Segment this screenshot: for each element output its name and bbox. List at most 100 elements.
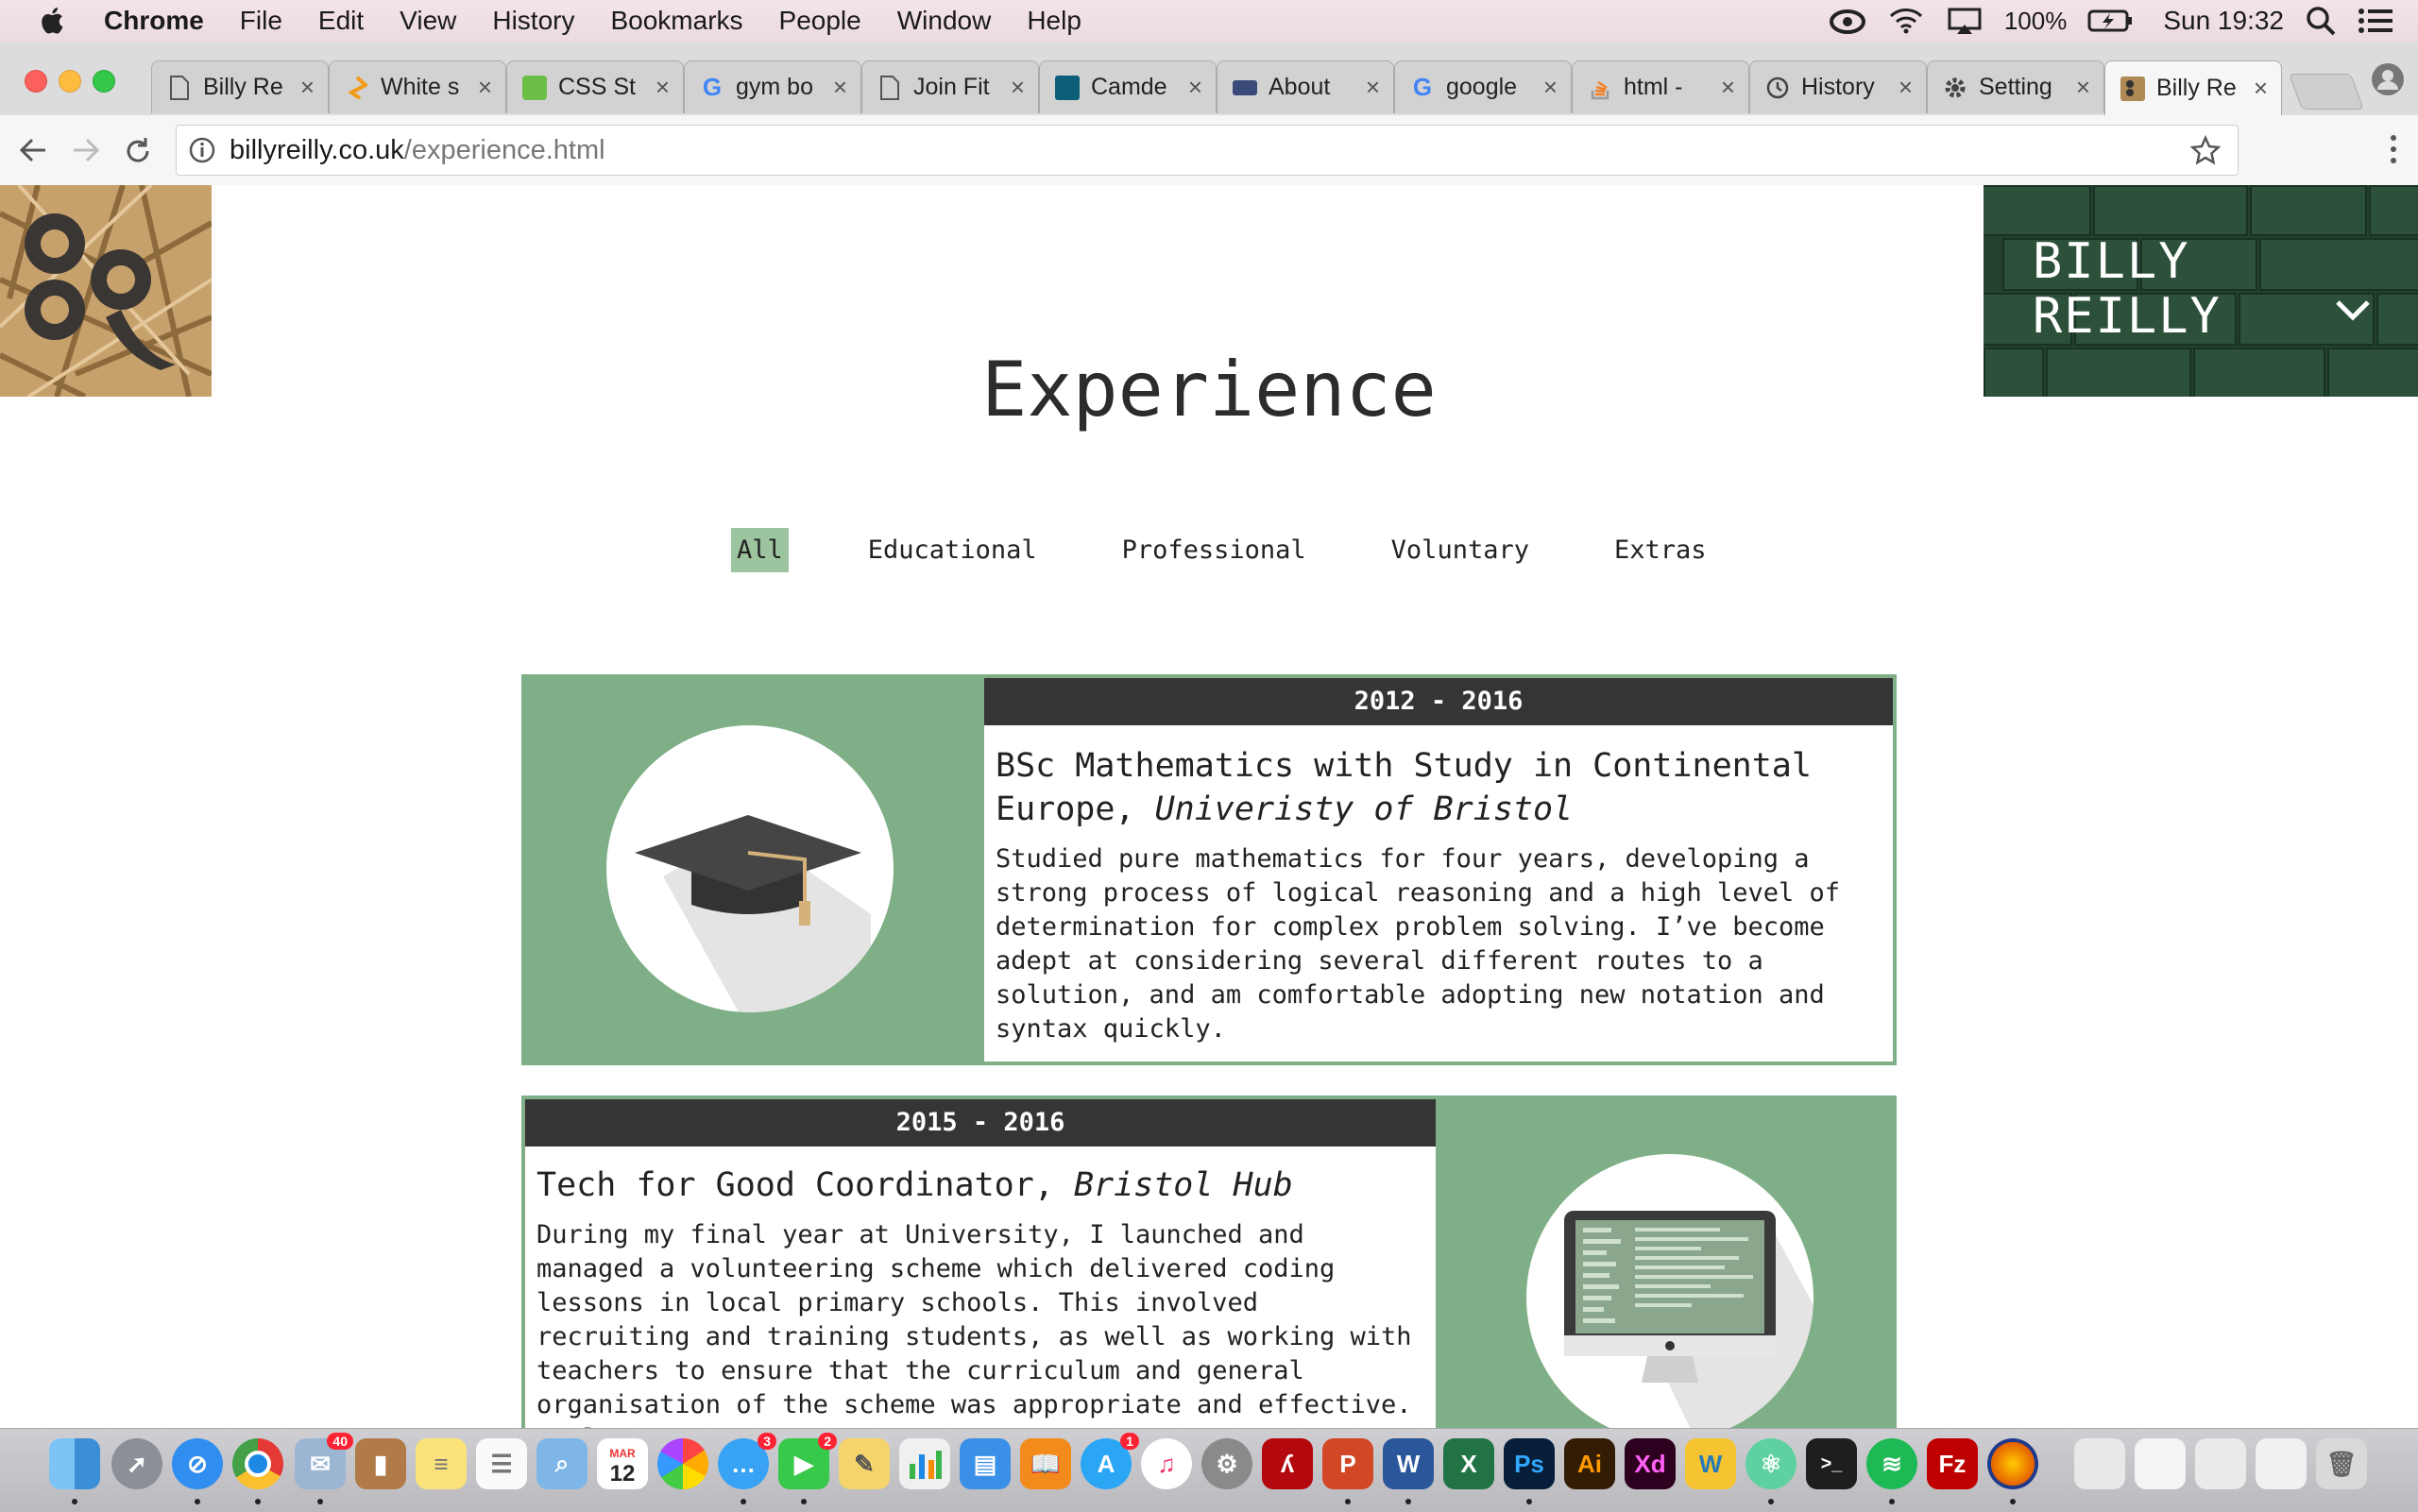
menu-history[interactable]: History	[492, 6, 574, 36]
facetime-icon[interactable]: ▶ 2	[778, 1433, 837, 1489]
chrome-menu-icon[interactable]	[2388, 132, 2399, 166]
filter-voluntary[interactable]: Voluntary	[1386, 528, 1535, 572]
trash-icon[interactable]: 🗑	[2316, 1438, 2367, 1489]
screenshot-stack-icon[interactable]	[2195, 1438, 2246, 1489]
tab-close-icon[interactable]: ×	[1188, 73, 1202, 102]
excel-icon[interactable]: X	[1443, 1438, 1494, 1489]
acrobat-icon[interactable]: ʎ	[1262, 1438, 1313, 1489]
tab-billy-reilly-active[interactable]: Billy Re ×	[2104, 60, 2282, 115]
creative-cloud-icon[interactable]	[1829, 7, 1866, 35]
atom-icon[interactable]: ⚛	[1745, 1438, 1796, 1489]
info-icon[interactable]	[188, 136, 216, 164]
tab-white-space[interactable]: White s ×	[329, 60, 506, 113]
tab-google-search[interactable]: G google ×	[1394, 60, 1572, 113]
apple-icon[interactable]	[36, 4, 70, 38]
bookmark-star-icon[interactable]	[2190, 135, 2221, 165]
menu-people[interactable]: People	[779, 6, 861, 36]
safari-icon[interactable]: ⊘	[172, 1438, 223, 1489]
menu-edit[interactable]: Edit	[318, 6, 364, 36]
tab-close-icon[interactable]: ×	[2254, 74, 2268, 103]
tab-close-icon[interactable]: ×	[1543, 73, 1558, 102]
google-icon: G	[1412, 73, 1433, 101]
tab-settings[interactable]: Setting ×	[1927, 60, 2104, 113]
profile-icon[interactable]	[2371, 62, 2405, 96]
back-arrow-icon[interactable]	[17, 136, 49, 164]
terminal-icon[interactable]: >_	[1806, 1438, 1857, 1489]
filezilla-icon[interactable]: Fz	[1927, 1438, 1978, 1489]
chrome-icon[interactable]	[232, 1438, 283, 1489]
word-icon[interactable]: W	[1383, 1438, 1434, 1489]
tab-close-icon[interactable]: ×	[300, 73, 315, 102]
filter-educational[interactable]: Educational	[862, 528, 1043, 572]
new-tab-button[interactable]	[2289, 74, 2364, 110]
tab-html-stackoverflow[interactable]: html - ×	[1572, 60, 1749, 113]
tab-join-fitness[interactable]: Join Fit ×	[861, 60, 1039, 113]
tab-close-icon[interactable]: ×	[833, 73, 847, 102]
reload-icon[interactable]	[123, 136, 153, 166]
tab-close-icon[interactable]: ×	[1899, 73, 1913, 102]
tab-close-icon[interactable]: ×	[478, 73, 492, 102]
firefox-icon[interactable]	[1987, 1438, 2038, 1489]
calendar-icon[interactable]: MAR 12	[597, 1438, 648, 1489]
system-preferences-icon[interactable]: ⚙	[1201, 1438, 1252, 1489]
preview-icon[interactable]: ⌕	[536, 1438, 587, 1489]
file-stack-icon[interactable]	[2256, 1438, 2307, 1489]
tab-close-icon[interactable]: ×	[2076, 73, 2090, 102]
tab-close-icon[interactable]: ×	[656, 73, 670, 102]
spotify-icon[interactable]: ≋	[1866, 1438, 1917, 1489]
illustrator-icon[interactable]: Ai	[1564, 1438, 1615, 1489]
menubar-clock[interactable]: Sun 19:32	[2163, 6, 2284, 36]
downloads-stack-icon[interactable]	[2074, 1438, 2125, 1489]
close-window-button[interactable]	[25, 70, 47, 93]
photos-icon[interactable]	[657, 1438, 708, 1489]
gear-icon	[1943, 76, 1967, 100]
tab-camden[interactable]: Camde ×	[1039, 60, 1217, 113]
adobe-xd-icon[interactable]: Xd	[1625, 1438, 1676, 1489]
menu-bookmarks[interactable]: Bookmarks	[610, 6, 742, 36]
numbers-icon[interactable]	[899, 1438, 950, 1489]
tab-billy-reilly-1[interactable]: Billy Re ×	[151, 60, 329, 113]
filter-extras[interactable]: Extras	[1609, 528, 1712, 572]
address-bar[interactable]: billyreilly.co.uk/experience.html	[176, 125, 2239, 176]
tab-about[interactable]: About ×	[1217, 60, 1394, 113]
menu-file[interactable]: File	[240, 6, 282, 36]
document-stack-icon[interactable]	[2135, 1438, 2186, 1489]
reminders-icon[interactable]: ☰	[476, 1438, 527, 1489]
photoshop-icon[interactable]: Ps	[1504, 1438, 1555, 1489]
app-store-icon[interactable]: A1	[1081, 1433, 1139, 1489]
menu-window[interactable]: Window	[897, 6, 992, 36]
minimize-window-button[interactable]	[59, 70, 81, 93]
notes-icon[interactable]: ≡	[416, 1438, 467, 1489]
spotlight-search-icon[interactable]	[2305, 5, 2337, 37]
tab-close-icon[interactable]: ×	[1721, 73, 1735, 102]
itunes-icon[interactable]: ♫	[1141, 1438, 1192, 1489]
forward-arrow-icon[interactable]	[70, 136, 102, 164]
battery-icon[interactable]	[2087, 8, 2133, 33]
ibooks-icon[interactable]: 📖	[1020, 1438, 1071, 1489]
site-brand-name[interactable]: BILLY REILLY	[2033, 234, 2222, 344]
filter-all[interactable]: All	[731, 527, 789, 572]
tab-css-styles[interactable]: CSS St ×	[506, 60, 684, 113]
messages-icon[interactable]: … 3	[718, 1433, 776, 1489]
notification-center-icon[interactable]	[2358, 7, 2393, 35]
filter-professional[interactable]: Professional	[1116, 528, 1312, 572]
tab-close-icon[interactable]: ×	[1011, 73, 1025, 102]
keynote-icon[interactable]: ▤	[960, 1438, 1011, 1489]
finder-icon[interactable]	[49, 1438, 100, 1489]
contacts-icon[interactable]: ▮	[355, 1438, 406, 1489]
chevron-down-icon[interactable]	[2335, 298, 2371, 321]
menu-app-name[interactable]: Chrome	[104, 6, 204, 36]
tab-gym-booking[interactable]: G gym bo ×	[684, 60, 861, 113]
menu-help[interactable]: Help	[1027, 6, 1081, 36]
mail-icon[interactable]: ✉ 40	[295, 1433, 353, 1489]
airplay-icon[interactable]	[1946, 7, 1984, 35]
powerpoint-icon[interactable]: P	[1322, 1438, 1373, 1489]
tab-close-icon[interactable]: ×	[1366, 73, 1380, 102]
zoom-window-button[interactable]	[93, 70, 115, 93]
pages-icon[interactable]: ✎	[839, 1438, 890, 1489]
tab-history[interactable]: History ×	[1749, 60, 1927, 113]
cyberduck-icon[interactable]: W	[1685, 1438, 1736, 1489]
wifi-icon[interactable]	[1887, 7, 1925, 35]
launchpad-icon[interactable]: ➚	[111, 1438, 162, 1489]
menu-view[interactable]: View	[400, 6, 456, 36]
